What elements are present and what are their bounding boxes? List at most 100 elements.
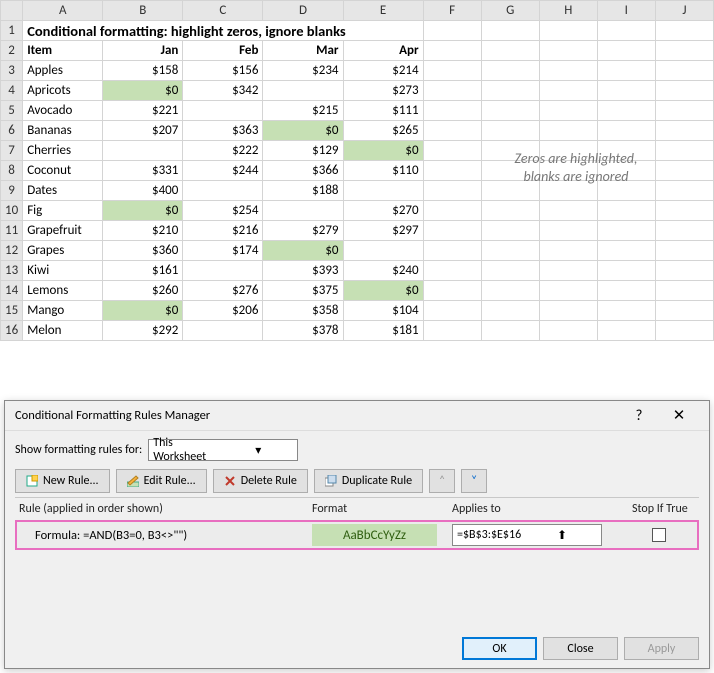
cell[interactable] [655, 81, 713, 101]
cell[interactable]: $158 [103, 61, 183, 81]
column-header[interactable]: C [183, 1, 263, 21]
move-down-button[interactable]: ˅ [461, 469, 487, 493]
cell[interactable] [481, 81, 539, 101]
new-rule-button[interactable]: New Rule... [15, 469, 110, 493]
cell[interactable] [423, 81, 481, 101]
cell[interactable]: $400 [103, 181, 183, 201]
cell[interactable] [539, 241, 597, 261]
cell[interactable]: $0 [103, 301, 183, 321]
cell[interactable] [655, 321, 713, 341]
cell[interactable]: $214 [343, 61, 423, 81]
cell[interactable]: Feb [183, 41, 263, 61]
column-header[interactable]: B [103, 1, 183, 21]
cell[interactable] [539, 61, 597, 81]
row-header[interactable]: 4 [1, 81, 23, 101]
cell[interactable]: $331 [103, 161, 183, 181]
cell[interactable]: $111 [343, 101, 423, 121]
cell[interactable] [655, 301, 713, 321]
edit-rule-button[interactable]: Edit Rule... [116, 469, 207, 493]
row-header[interactable]: 15 [1, 301, 23, 321]
cell[interactable]: $234 [263, 61, 343, 81]
cell[interactable]: $244 [183, 161, 263, 181]
cell[interactable]: $273 [343, 81, 423, 101]
cell[interactable] [481, 201, 539, 221]
cell[interactable]: Conditional formatting: highlight zeros,… [23, 21, 423, 41]
cell[interactable] [423, 41, 481, 61]
cell[interactable]: $363 [183, 121, 263, 141]
cell[interactable] [597, 121, 655, 141]
cell[interactable] [655, 181, 713, 201]
row-header[interactable]: 9 [1, 181, 23, 201]
cell[interactable]: Grapes [23, 241, 103, 261]
cell[interactable] [423, 141, 481, 161]
cell[interactable]: $161 [103, 261, 183, 281]
cell[interactable]: Apricots [23, 81, 103, 101]
cell[interactable]: $215 [263, 101, 343, 121]
cell[interactable]: $360 [103, 241, 183, 261]
cell[interactable] [423, 161, 481, 181]
select-all-cell[interactable] [1, 1, 23, 21]
cell[interactable] [597, 21, 655, 41]
cell[interactable]: Apples [23, 61, 103, 81]
cell[interactable] [423, 61, 481, 81]
cell[interactable] [655, 201, 713, 221]
cell[interactable] [655, 141, 713, 161]
cell[interactable]: $129 [263, 141, 343, 161]
column-header[interactable]: G [481, 1, 539, 21]
cell[interactable]: $210 [103, 221, 183, 241]
row-header[interactable]: 1 [1, 21, 23, 41]
cell[interactable] [655, 221, 713, 241]
delete-rule-button[interactable]: Delete Rule [213, 469, 308, 493]
cell[interactable] [103, 141, 183, 161]
row-header[interactable]: 14 [1, 281, 23, 301]
cell[interactable] [423, 101, 481, 121]
cell[interactable] [481, 241, 539, 261]
cell[interactable] [481, 261, 539, 281]
column-header[interactable]: F [423, 1, 481, 21]
cell[interactable] [597, 321, 655, 341]
cell[interactable]: $0 [343, 141, 423, 161]
cell[interactable]: $254 [183, 201, 263, 221]
cell[interactable]: $342 [183, 81, 263, 101]
rule-row[interactable]: Formula: =AND(B3=0, B3<>"") AaBbCcYyZz =… [15, 520, 699, 550]
cell[interactable]: $174 [183, 241, 263, 261]
cell[interactable] [481, 41, 539, 61]
cell[interactable] [481, 21, 539, 41]
cell[interactable]: Mar [263, 41, 343, 61]
column-header[interactable]: A [23, 1, 103, 21]
cell[interactable]: $222 [183, 141, 263, 161]
cell[interactable] [655, 261, 713, 281]
cell[interactable] [343, 241, 423, 261]
cell[interactable] [597, 281, 655, 301]
cell[interactable] [597, 81, 655, 101]
show-rules-for-select[interactable]: This Worksheet ▾ [148, 439, 298, 461]
cell[interactable]: $110 [343, 161, 423, 181]
cell[interactable] [481, 301, 539, 321]
cell[interactable]: $221 [103, 101, 183, 121]
row-header[interactable]: 8 [1, 161, 23, 181]
cell[interactable] [423, 321, 481, 341]
cell[interactable] [539, 81, 597, 101]
row-header[interactable]: 16 [1, 321, 23, 341]
row-header[interactable]: 13 [1, 261, 23, 281]
cell[interactable] [481, 321, 539, 341]
cell[interactable]: $0 [103, 81, 183, 101]
applies-to-input[interactable]: =$B$3:$E$16 ⬆ [452, 524, 602, 546]
cell[interactable]: $297 [343, 221, 423, 241]
column-header[interactable]: D [263, 1, 343, 21]
cell[interactable] [481, 121, 539, 141]
cell[interactable] [539, 281, 597, 301]
cell[interactable] [343, 181, 423, 201]
cell[interactable] [481, 101, 539, 121]
cell[interactable] [655, 101, 713, 121]
cell[interactable]: $366 [263, 161, 343, 181]
cell[interactable] [423, 201, 481, 221]
duplicate-rule-button[interactable]: Duplicate Rule [314, 469, 423, 493]
cell[interactable]: $0 [263, 241, 343, 261]
cell[interactable] [481, 61, 539, 81]
cell[interactable] [597, 101, 655, 121]
cell[interactable]: $292 [103, 321, 183, 341]
cell[interactable] [539, 201, 597, 221]
cell[interactable] [423, 281, 481, 301]
row-header[interactable]: 6 [1, 121, 23, 141]
